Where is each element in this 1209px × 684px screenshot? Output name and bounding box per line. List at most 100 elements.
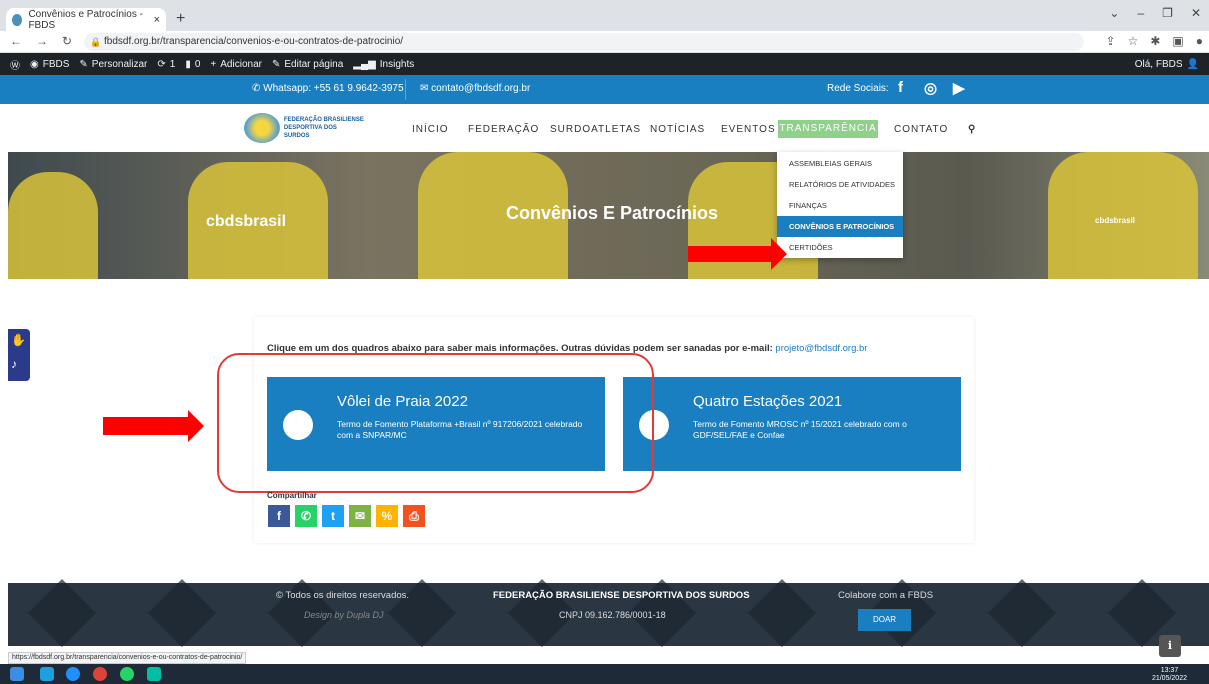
windows-start-icon[interactable] <box>10 667 24 681</box>
twitter-share-icon[interactable]: t <box>322 505 344 527</box>
profile-icon[interactable]: ● <box>1196 34 1203 48</box>
whatsapp-app-icon[interactable] <box>120 667 134 681</box>
share-icon[interactable]: ⇪ <box>1106 34 1116 48</box>
user-icon: 👤 <box>1186 58 1199 70</box>
accessibility-widget[interactable]: ✋ ♪ <box>8 329 30 381</box>
site-logo[interactable]: FEDERAÇÃO BRASILIENSE DESPORTIVA DOS SUR… <box>244 112 364 144</box>
nav-noticias[interactable]: NOTÍCIAS <box>650 124 705 135</box>
footer-pattern <box>748 579 816 647</box>
clock-time: 13:37 <box>1160 667 1179 674</box>
intro-email-link[interactable]: projeto@fbdsdf.org.br <box>775 343 867 354</box>
wp-new-label: Adicionar <box>220 58 262 70</box>
whatsapp-link[interactable]: ✆ Whatsapp: +55 61 9.9642-3975 <box>252 83 404 94</box>
back-icon[interactable]: ← <box>10 34 22 48</box>
email-share-icon[interactable]: ✉ <box>349 505 371 527</box>
dropdown-item-financas[interactable]: FINANÇAS <box>777 195 903 216</box>
nav-transparencia[interactable]: TRANSPARÊNCIA <box>778 120 878 138</box>
facebook-icon[interactable]: f <box>898 79 903 96</box>
footer-rights: © Todos os direitos reservados. <box>276 590 410 601</box>
sidepanel-icon[interactable]: ▣ <box>1172 34 1183 48</box>
wp-comments-link[interactable]: ▮ 0 <box>185 59 200 70</box>
nav-inicio[interactable]: INÍCIO <box>412 124 449 135</box>
wp-account-link[interactable]: Olá, FBDS 👤 <box>1135 59 1199 70</box>
search-icon[interactable]: ⚲ <box>968 124 976 135</box>
wp-edit-label: Editar página <box>284 58 344 70</box>
card-quatro-estacoes[interactable]: Quatro Estações 2021 Termo de Fomento MR… <box>623 377 961 471</box>
reload-icon[interactable]: ↻ <box>62 34 72 48</box>
dropdown-item-convenios[interactable]: CONVÊNIOS E PATROCÍNIOS <box>777 216 903 237</box>
url-input[interactable]: 🔒 fbdsdf.org.br/transparencia/convenios-… <box>84 33 1084 51</box>
lock-icon: 🔒 <box>90 37 102 47</box>
taskview-icon[interactable] <box>40 667 54 681</box>
info-icon[interactable]: ℹ <box>1159 635 1181 657</box>
update-icon: ⟳ <box>157 58 166 70</box>
page-title: Convênios E Patrocínios <box>506 203 719 223</box>
wordpress-icon[interactable]: Ⓦ <box>10 57 20 72</box>
chevron-down-icon[interactable]: ⌄ <box>1109 6 1119 20</box>
restore-icon[interactable]: ❐ <box>1162 6 1173 20</box>
wp-insights-label: Insights <box>379 58 415 70</box>
wp-updates-link[interactable]: ⟳ 1 <box>157 59 175 70</box>
wp-site-link[interactable]: ◉ FBDS <box>30 59 69 70</box>
wp-new-link[interactable]: + Adicionar <box>210 59 262 70</box>
dropdown-item-assembleias[interactable]: ASSEMBLEIAS GERAIS <box>777 153 903 174</box>
footer-pattern <box>148 579 216 647</box>
wp-edit-link[interactable]: ✎ Editar página <box>272 59 343 70</box>
nav-contato[interactable]: CONTATO <box>894 124 948 135</box>
facebook-share-icon[interactable]: f <box>268 505 290 527</box>
logo-line2: DESPORTIVA DOS SURDOS <box>283 125 337 139</box>
status-url: https://fbdsdf.org.br/transparencia/conv… <box>8 652 247 664</box>
logo-text: FEDERAÇÃO BRASILIENSE DESPORTIVA DOS SUR… <box>284 116 364 140</box>
app-icon[interactable] <box>147 667 161 681</box>
dropdown-item-certidoes[interactable]: CERTIDÕES <box>777 237 903 258</box>
whatsapp-text: Whatsapp: +55 61 9.9642-3975 <box>263 83 404 94</box>
close-window-icon[interactable]: ✕ <box>1191 6 1201 20</box>
email-link[interactable]: ✉ contato@fbdsdf.org.br <box>420 83 530 94</box>
close-tab-icon[interactable]: × <box>154 14 160 26</box>
footer-pattern <box>988 579 1056 647</box>
card-title: Quatro Estações 2021 <box>693 393 843 410</box>
os-taskbar: 13:37 21/05/2022 <box>0 664 1209 684</box>
wp-customize-link[interactable]: ✎ Personalizar <box>79 59 147 70</box>
transparencia-dropdown: ASSEMBLEIAS GERAIS RELATÓRIOS DE ATIVIDA… <box>777 152 903 258</box>
forward-icon[interactable]: → <box>36 34 48 48</box>
comment-icon: ▮ <box>185 58 191 70</box>
arrow-head <box>188 410 204 442</box>
site-header: FEDERAÇÃO BRASILIENSE DESPORTIVA DOS SUR… <box>0 104 1209 152</box>
whatsapp-share-icon[interactable]: ✆ <box>295 505 317 527</box>
browser-tab-bar: Convênios e Patrocínios - FBDS × + ⌄ – ❐… <box>0 0 1209 31</box>
new-tab-button[interactable]: + <box>176 10 185 28</box>
arrow-head <box>771 238 787 270</box>
url-text: fbdsdf.org.br/transparencia/convenios-e-… <box>104 36 404 47</box>
brush-icon: ✎ <box>79 58 88 70</box>
extensions-icon[interactable]: ✱ <box>1150 34 1160 48</box>
copy-link-icon[interactable]: % <box>376 505 398 527</box>
wp-insights-link[interactable]: ▂▄▆ Insights <box>353 59 414 70</box>
dashboard-icon: ◉ <box>30 58 39 70</box>
print-icon[interactable]: ⎙ <box>403 505 425 527</box>
wp-customize-label: Personalizar <box>91 58 148 70</box>
divider <box>405 79 406 100</box>
footer-colab-label: Colabore com a FBDS <box>838 590 934 601</box>
instagram-icon[interactable]: ◎ <box>924 79 937 97</box>
browser-tab[interactable]: Convênios e Patrocínios - FBDS × <box>6 8 166 31</box>
nav-eventos[interactable]: EVENTOS <box>721 124 776 135</box>
sign-language-icon: ✋ <box>11 333 26 347</box>
nav-federacao[interactable]: FEDERAÇÃO <box>468 124 539 135</box>
telegram-icon[interactable] <box>66 667 80 681</box>
address-bar: ← → ↻ 🔒 fbdsdf.org.br/transparencia/conv… <box>0 31 1209 53</box>
donate-button[interactable]: DOAR <box>858 609 911 631</box>
arrow-body <box>103 417 188 435</box>
dropdown-item-relatorios[interactable]: RELATÓRIOS DE ATIVIDADES <box>777 174 903 195</box>
youtube-icon[interactable]: ▶ <box>953 79 965 97</box>
nav-buttons: ← → ↻ <box>10 34 72 48</box>
chrome-icon[interactable] <box>93 667 107 681</box>
minimize-icon[interactable]: – <box>1137 6 1144 20</box>
wp-comments-count: 0 <box>194 58 201 70</box>
star-icon[interactable]: ☆ <box>1128 34 1139 48</box>
footer-design-credit[interactable]: Design by Dupla DJ <box>304 610 384 620</box>
footer-pattern <box>28 579 96 647</box>
system-clock[interactable]: 13:37 21/05/2022 <box>1152 667 1187 683</box>
nav-surdoatletas[interactable]: SURDOATLETAS <box>550 124 641 135</box>
wp-site-label: FBDS <box>42 58 70 70</box>
